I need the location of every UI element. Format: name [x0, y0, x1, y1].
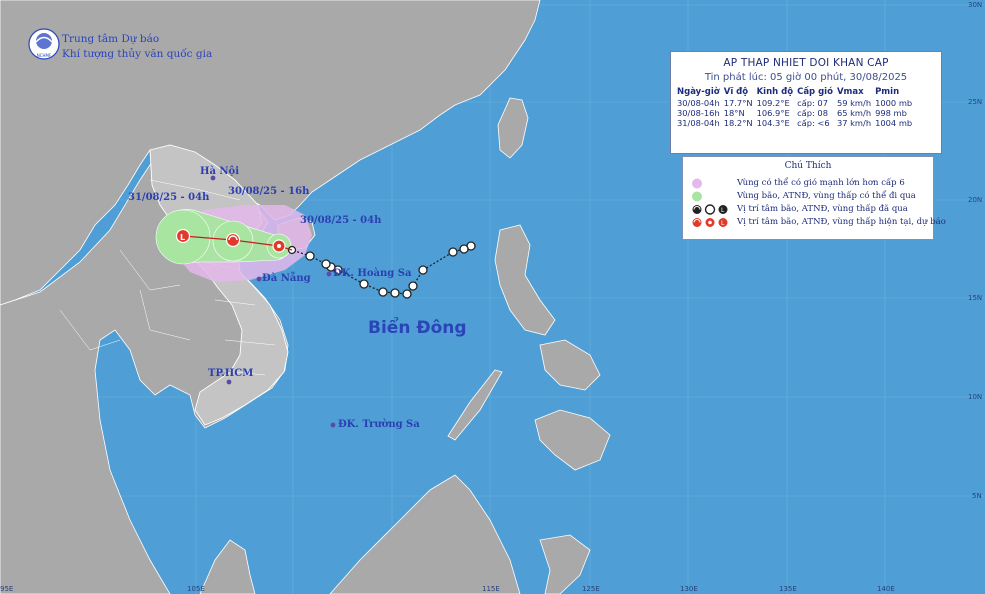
svg-text:NCHMF: NCHMF: [37, 53, 52, 58]
legend-box: Chú Thích Vùng có thể có gió mạnh lớn hơ…: [682, 156, 946, 240]
agency-line-2: Khí tượng thủy văn quốc gia: [62, 48, 213, 60]
agency-line-1: Trung tâm Dự báo: [62, 33, 160, 45]
lat-tick: 5N: [972, 492, 982, 500]
lat-tick: 10N: [968, 393, 983, 401]
col-header: Vĩ độ: [723, 87, 749, 97]
label-forecast-1: 30/08/25 - 04h: [300, 215, 382, 226]
col-header: Ngày-giờ: [677, 87, 720, 97]
truongsa-dot: [330, 422, 336, 428]
bulletin-title: AP THAP NHIET DOI KHAN CAP: [723, 57, 889, 69]
hoangsa-dot: [326, 271, 332, 277]
col-header: Kinh độ: [756, 87, 794, 97]
label-hoang-sa: ĐK. Hoàng Sa: [333, 268, 412, 279]
col-header: Vmax: [836, 87, 864, 97]
cell: 18.2°N: [723, 118, 753, 128]
cell: 59 km/h: [836, 98, 872, 108]
lon-tick: 130E: [680, 585, 698, 593]
lon-tick: 115E: [482, 585, 500, 593]
agency-name: Trung tâm Dự báo Khí tượng thủy văn quốc…: [62, 32, 212, 62]
legend-text: Vị trí tâm bão, ATNĐ, vùng thấp hiện tại…: [737, 217, 946, 227]
cell: 17.7°N: [723, 98, 753, 108]
lat-tick: 30N: [968, 1, 983, 9]
label-truong-sa: ĐK. Trường Sa: [338, 419, 420, 430]
label-tp-hcm: TP.HCM: [208, 368, 254, 379]
current-center-icons: L: [692, 218, 728, 227]
agency-logo: NCHMF: [28, 28, 60, 60]
past-track-point: [359, 279, 369, 289]
cell: 65 km/h: [836, 108, 872, 118]
cell: 106.9°E: [756, 108, 790, 118]
table-row: 30/08-04h 17.7°N 109.2°E cấp: 07 59 km/h…: [677, 98, 916, 108]
label-forecast-2: 30/08/25 - 16h: [228, 186, 310, 197]
past-track-point: [321, 259, 331, 269]
past-track-point: [448, 247, 458, 257]
col-header: Cấp gió: [797, 87, 833, 97]
pink-zone-icon: [692, 178, 702, 189]
bulletin-table: Ngày-giờ Vĩ độ Kinh độ Cấp gió Vmax Pmin…: [677, 87, 916, 128]
cell: 109.2°E: [756, 98, 790, 108]
past-track-point: [378, 287, 388, 297]
past-track-point: [459, 244, 469, 254]
cell: 998 mb: [875, 108, 907, 118]
lat-tick: 25N: [968, 98, 983, 106]
lon-tick: 125E: [582, 585, 600, 593]
cell: 1004 mb: [875, 118, 913, 128]
lon-tick: 140E: [877, 585, 895, 593]
lon-tick: 95E: [0, 585, 14, 593]
bulletin-box: AP THAP NHIET DOI KHAN CAP Tin phát lúc:…: [670, 51, 942, 154]
legend-text: Vùng bão, ATNĐ, vùng thấp có thể đi qua: [737, 191, 916, 201]
past-track-point: [402, 289, 412, 299]
lat-tick: 20N: [968, 196, 983, 204]
label-forecast-3: 31/08/25 - 04h: [128, 192, 210, 203]
tphcm-dot: [226, 379, 232, 385]
cell: 1000 mb: [875, 98, 913, 108]
cell: 37 km/h: [836, 118, 872, 128]
lon-tick: 135E: [779, 585, 797, 593]
bulletin-issued: Tin phát lúc: 05 giờ 00 phút, 30/08/2025: [704, 72, 908, 83]
forecast-16h-marker: [225, 232, 241, 248]
cell: 31/08-04h: [677, 118, 720, 128]
current-position-marker: [272, 239, 286, 253]
table-row: 30/08-16h 18°N 106.9°E cấp: 08 65 km/h 9…: [677, 108, 916, 118]
past-track-point: [408, 281, 418, 291]
past-track-point: [305, 251, 315, 261]
legend-text: Vị trí tâm bão, ATNĐ, vùng thấp đã qua: [737, 204, 908, 214]
svg-text:L: L: [180, 233, 185, 242]
cell: 30/08-04h: [677, 98, 720, 108]
cell: cấp: 07: [797, 98, 828, 108]
lat-tick: 15N: [968, 294, 983, 302]
forecast-04h-low-marker: L: [175, 228, 191, 244]
green-zone-icon: [692, 191, 702, 202]
cell: cấp: <6: [797, 118, 830, 128]
label-ha-noi: Hà Nội: [200, 166, 240, 177]
col-header: Pmin: [875, 87, 900, 97]
table-row: 31/08-04h 18.2°N 104.3°E cấp: <6 37 km/h…: [677, 118, 916, 128]
legend-text: Vùng có thể có gió mạnh lớn hơn cấp 6: [737, 178, 905, 188]
cell: 18°N: [723, 108, 745, 118]
bulletin-header-row: Ngày-giờ Vĩ độ Kinh độ Cấp gió Vmax Pmin: [677, 87, 916, 98]
lon-tick: 105E: [187, 585, 205, 593]
cell: cấp: 08: [797, 108, 828, 118]
past-center-icons: L: [692, 204, 728, 215]
cell: 30/08-16h: [677, 108, 720, 118]
past-track-point: [418, 265, 428, 275]
past-track-point: [390, 288, 400, 298]
danang-dot: [256, 276, 262, 282]
label-sea: Biển Đông: [368, 318, 467, 338]
label-da-nang: Đà Nẵng: [262, 273, 311, 284]
cell: 104.3°E: [756, 118, 790, 128]
legend-title: Chú Thích: [784, 161, 832, 171]
storm-map: L NCHMF Trung tâm Dự báo Khí tượng thủy …: [0, 0, 985, 594]
